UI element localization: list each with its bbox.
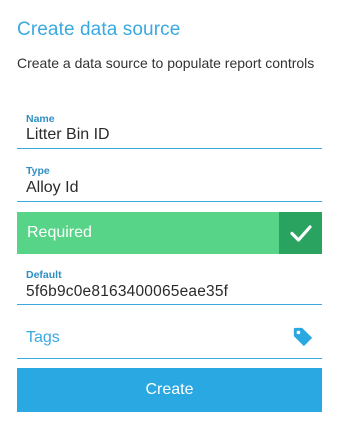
tags-field[interactable]: Tags: [17, 320, 322, 359]
type-value[interactable]: Alloy Id: [26, 179, 78, 197]
name-field[interactable]: Name Litter Bin ID: [17, 112, 322, 149]
tag-icon[interactable]: [292, 326, 314, 348]
name-input[interactable]: Litter Bin ID: [26, 126, 110, 144]
create-button[interactable]: Create: [17, 368, 322, 412]
default-field[interactable]: Default 5f6b9c0e8163400065eae35f: [17, 268, 322, 305]
page-title: Create data source: [17, 19, 181, 40]
default-label: Default: [26, 269, 62, 281]
required-toggle[interactable]: Required: [17, 212, 322, 254]
type-label: Type: [26, 165, 50, 177]
default-input[interactable]: 5f6b9c0e8163400065eae35f: [26, 283, 228, 301]
page-subtitle: Create a data source to populate report …: [17, 55, 315, 71]
check-icon[interactable]: [279, 212, 322, 254]
required-label: Required: [27, 224, 92, 241]
type-field[interactable]: Type Alloy Id: [17, 164, 322, 202]
name-label: Name: [26, 113, 55, 125]
create-data-source-panel: Create data source Create a data source …: [0, 0, 340, 429]
tags-input[interactable]: Tags: [26, 329, 60, 347]
